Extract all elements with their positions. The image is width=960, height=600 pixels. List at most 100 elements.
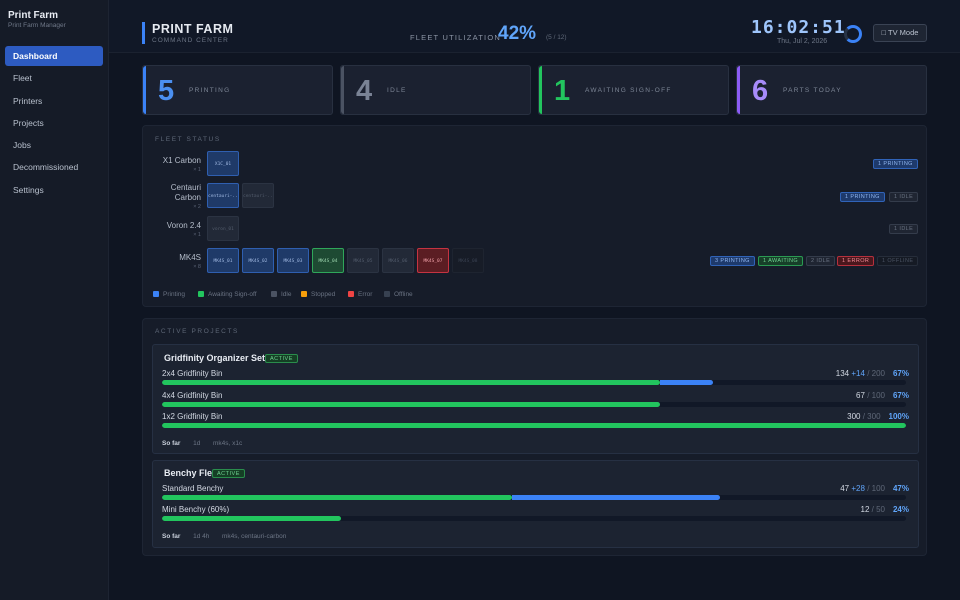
status-badge: 1 IDLE bbox=[889, 192, 919, 202]
sidebar-item-decommissioned[interactable]: Decommissioned bbox=[5, 157, 103, 177]
legend-awaiting: Awaiting Sign-off bbox=[198, 291, 257, 298]
legend-swatch bbox=[153, 291, 159, 297]
status-badge: 1 AWAITING bbox=[758, 256, 804, 266]
item-name: 2x4 Gridfinity Bin bbox=[162, 369, 223, 378]
footer-time: 1d bbox=[193, 440, 201, 447]
utilization-label: FLEET UTILIZATION bbox=[410, 33, 501, 42]
item-counts: 47 +28 / 100 47% bbox=[840, 484, 909, 493]
sidebar-item-fleet[interactable]: Fleet bbox=[5, 68, 103, 88]
tv-mode-button[interactable]: □ TV Mode bbox=[873, 24, 927, 42]
legend-label: Error bbox=[358, 291, 373, 298]
sidebar-item-projects[interactable]: Projects bbox=[5, 113, 103, 133]
status-badge: 1 PRINTING bbox=[840, 192, 885, 202]
item-inprogress: +28 bbox=[851, 484, 865, 493]
kpi-accent bbox=[737, 66, 740, 114]
group-count: × 8 bbox=[193, 264, 201, 270]
printer-tile[interactable]: MK4S_03 bbox=[277, 248, 309, 273]
legend-stopped: Stopped bbox=[301, 291, 335, 298]
progress-done bbox=[162, 423, 906, 428]
legend-idle: Idle bbox=[271, 291, 291, 298]
page-title: PRINT FARM bbox=[152, 22, 234, 36]
item-percent: 67% bbox=[892, 369, 909, 378]
sidebar-item-dashboard[interactable]: Dashboard bbox=[5, 46, 103, 66]
clock: 16:02:51 bbox=[751, 17, 846, 38]
progress-bar bbox=[162, 380, 906, 385]
progress-done bbox=[162, 516, 341, 521]
kpi-value: 6 bbox=[752, 75, 769, 107]
status-badge: 1 ERROR bbox=[837, 256, 875, 266]
item-total: / 200 bbox=[867, 369, 885, 378]
kpi-accent bbox=[143, 66, 146, 114]
item-name: Mini Benchy (60%) bbox=[162, 505, 230, 514]
kpi-accent bbox=[539, 66, 542, 114]
item-counts: 67 / 100 67% bbox=[856, 391, 909, 400]
printer-tile[interactable]: MK4S_04 bbox=[312, 248, 344, 273]
printer-tile[interactable]: X1C_01 bbox=[207, 151, 239, 176]
progress-done bbox=[162, 380, 661, 385]
item-inprogress: +14 bbox=[851, 369, 865, 378]
kpi-value: 5 bbox=[158, 75, 175, 107]
printer-tile[interactable]: centauri-... bbox=[207, 183, 239, 208]
footer-printers: mk4s, centauri-carbon bbox=[222, 533, 287, 540]
legend-error: Error bbox=[348, 291, 372, 298]
project-card[interactable]: Gridfinity Organizer Set ACTIVE 2x4 Grid… bbox=[152, 344, 919, 454]
group-count: × 2 bbox=[193, 204, 201, 210]
status-badge: 2 IDLE bbox=[806, 256, 836, 266]
page-subtitle: COMMAND CENTER bbox=[152, 37, 229, 44]
printer-tile[interactable]: voron_01 bbox=[207, 216, 239, 241]
project-footer: So far 1d mk4s, x1c bbox=[162, 440, 242, 447]
legend-label: Stopped bbox=[311, 291, 336, 298]
kpi-label: IDLE bbox=[387, 87, 407, 94]
legend-label: Awaiting Sign-off bbox=[208, 291, 257, 298]
sidebar-item-settings[interactable]: Settings bbox=[5, 180, 103, 200]
legend-offline: Offline bbox=[384, 291, 413, 298]
kpi-printing: 5 PRINTING bbox=[142, 65, 333, 115]
sidebar-nav: Dashboard Fleet Printers Projects Jobs D… bbox=[0, 46, 108, 200]
status-badge: 1 IDLE bbox=[889, 224, 919, 234]
progress-bar bbox=[162, 402, 906, 407]
brand: Print Farm Print Farm Manager bbox=[0, 0, 108, 29]
item-done: 134 bbox=[835, 369, 850, 378]
project-title: Gridfinity Organizer Set bbox=[164, 353, 266, 363]
item-name: Standard Benchy bbox=[162, 484, 224, 493]
progress-bar bbox=[162, 495, 906, 500]
item-name: 1x2 Gridfinity Bin bbox=[162, 412, 223, 421]
kpi-value: 1 bbox=[554, 75, 571, 107]
item-total: / 300 bbox=[862, 412, 881, 421]
sidebar-item-printers[interactable]: Printers bbox=[5, 91, 103, 111]
item-percent: 67% bbox=[892, 391, 909, 400]
printer-tile[interactable]: MK4S_01 bbox=[207, 248, 239, 273]
refresh-ring-icon bbox=[844, 25, 862, 43]
legend-label: Offline bbox=[394, 291, 413, 298]
item-done: 47 bbox=[840, 484, 850, 493]
brand-subtitle: Print Farm Manager bbox=[8, 22, 66, 29]
status-badge: 3 PRINTING bbox=[710, 256, 755, 266]
footer-label: So far bbox=[162, 440, 181, 447]
printer-tile[interactable]: MK4S_07 bbox=[417, 248, 449, 273]
group-name: X1 Carbon bbox=[162, 156, 201, 165]
kpi-label: PARTS TODAY bbox=[783, 87, 842, 94]
legend-swatch bbox=[348, 291, 354, 297]
sidebar-item-jobs[interactable]: Jobs bbox=[5, 135, 103, 155]
kpi-accent bbox=[341, 66, 344, 114]
utilization-value: 42% bbox=[498, 23, 537, 44]
progress-done bbox=[162, 402, 661, 407]
printer-tile[interactable]: MK4S_06 bbox=[382, 248, 414, 273]
item-percent: 100% bbox=[888, 412, 909, 421]
printer-tile[interactable]: MK4S_08 bbox=[452, 248, 484, 273]
legend-swatch bbox=[271, 291, 277, 297]
progress-inprogress bbox=[511, 495, 720, 500]
item-done: 12 bbox=[860, 505, 870, 514]
printer-tile[interactable]: MK4S_05 bbox=[347, 248, 379, 273]
header-accent bbox=[142, 22, 145, 44]
item-total: / 100 bbox=[867, 484, 885, 493]
project-status-badge: ACTIVE bbox=[212, 469, 245, 478]
kpi-label: PRINTING bbox=[189, 87, 231, 94]
group-count: × 1 bbox=[193, 167, 201, 173]
printer-tile[interactable]: centauri-... bbox=[242, 183, 274, 208]
project-card[interactable]: Benchy Fleet ACTIVE Standard Benchy 47 +… bbox=[152, 460, 919, 548]
brand-title: Print Farm bbox=[8, 10, 59, 21]
legend-label: Idle bbox=[281, 291, 292, 298]
kpi-parts-today: 6 PARTS TODAY bbox=[736, 65, 927, 115]
printer-tile[interactable]: MK4S_02 bbox=[242, 248, 274, 273]
